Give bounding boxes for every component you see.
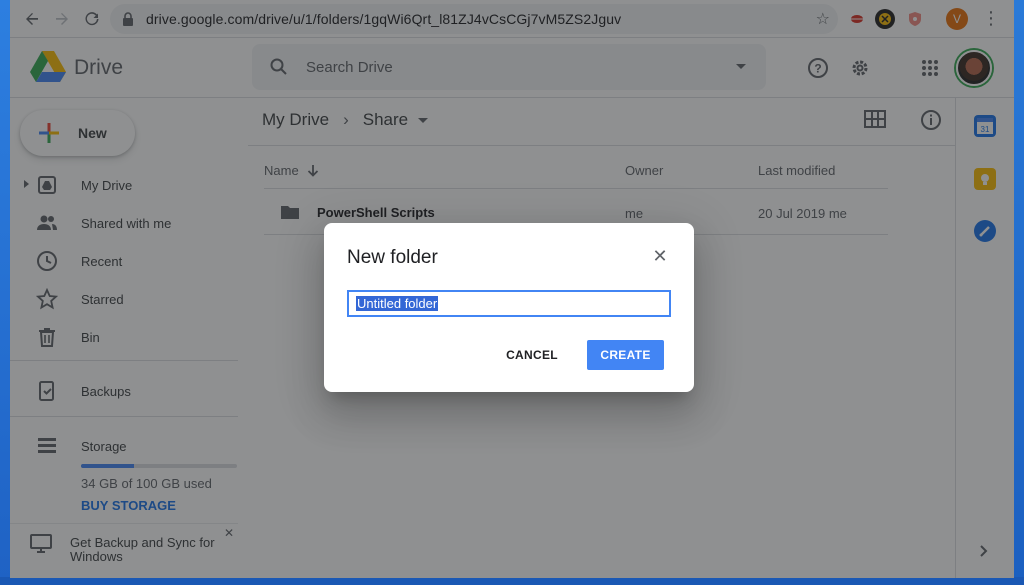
create-button[interactable]: CREATE xyxy=(587,340,664,370)
folder-name-input[interactable]: Untitled folder xyxy=(347,290,671,317)
close-icon[interactable]: ✕ xyxy=(650,246,670,266)
cancel-button[interactable]: CANCEL xyxy=(496,340,568,370)
dialog-title: New folder xyxy=(347,247,438,268)
desktop-bottom-edge xyxy=(0,577,1024,585)
desktop-right-edge xyxy=(1014,0,1024,585)
desktop-left-edge xyxy=(0,0,10,585)
folder-name-value: Untitled folder xyxy=(356,296,439,311)
new-folder-dialog: New folder ✕ Untitled folder CANCEL CREA… xyxy=(324,223,694,392)
browser-window: drive.google.com/drive/u/1/folders/1gqWi… xyxy=(10,0,1014,578)
